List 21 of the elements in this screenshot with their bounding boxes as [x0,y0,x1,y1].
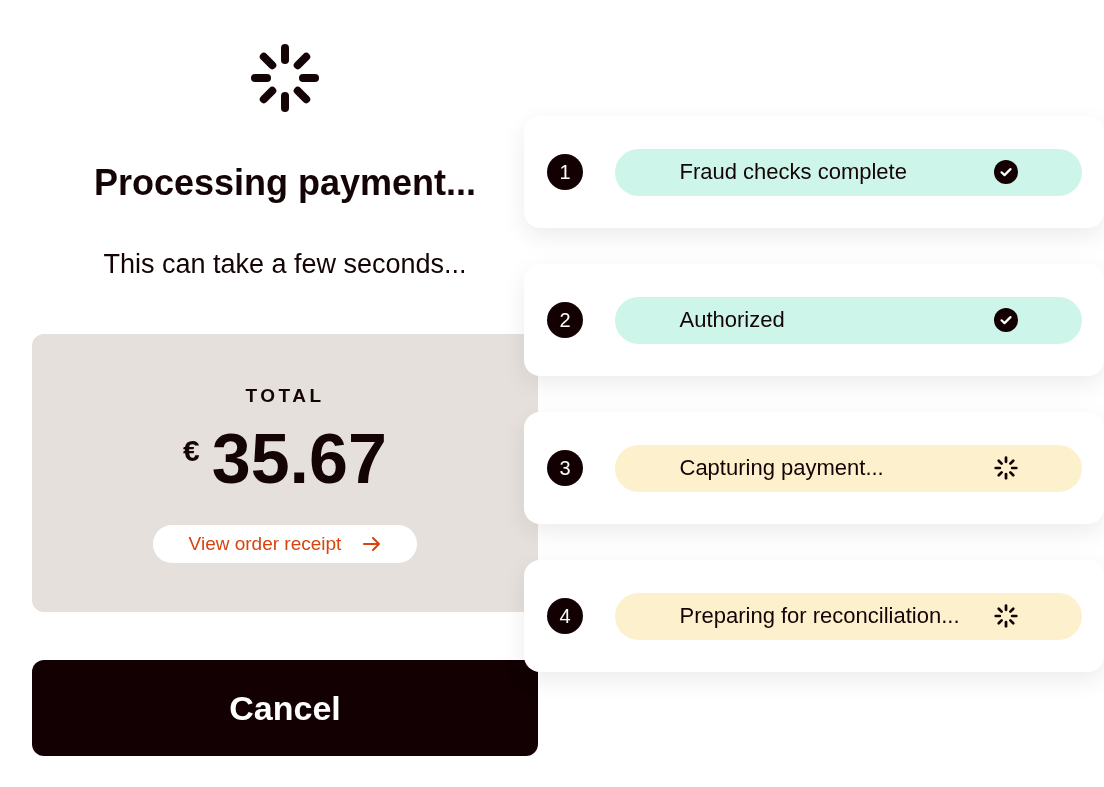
check-icon [993,160,1018,184]
step-label: Preparing for reconciliation... [679,603,961,629]
spinner-icon [993,456,1018,480]
receipt-link[interactable]: View order receipt [153,525,417,563]
step-number: 4 [547,598,583,634]
spinner-icon [250,43,320,113]
total-amount: 35.67 [211,420,387,498]
step-number: 2 [547,302,583,338]
step-number: 3 [547,450,583,486]
spinner-icon [993,604,1018,628]
currency-symbol: € [183,436,200,466]
arrow-icon [363,537,382,551]
step-number: 1 [547,154,583,190]
subtitle: This can take a few seconds... [103,248,467,281]
cancel-button[interactable]: Cancel [32,660,538,756]
step-label: Authorized [679,307,786,333]
check-icon [993,308,1018,332]
step-label: Capturing payment... [679,455,885,481]
page-title: Processing payment... [93,161,477,205]
total-label: TOTAL [245,384,325,408]
step-label: Fraud checks complete [679,159,908,185]
